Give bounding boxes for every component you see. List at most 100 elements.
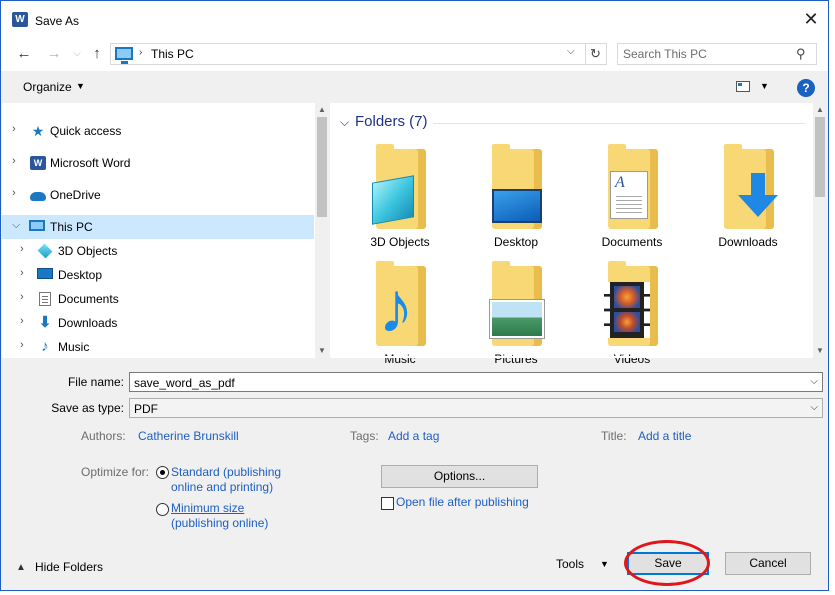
close-button[interactable]: ✕ (796, 7, 826, 31)
address-dropdown-icon[interactable]: ⌵ (567, 46, 575, 57)
documents-folder-icon (610, 171, 648, 219)
save-type-value: PDF (134, 402, 158, 416)
optimize-for-label: Optimize for: (81, 465, 150, 479)
address-row: ← → ⌵ ↑ › This PC ⌵ ↻ ⚲ (1, 37, 828, 71)
nav-item-label: Downloads (58, 316, 118, 330)
save-type-dropdown-icon[interactable]: ⌵ (810, 402, 818, 413)
star-icon: ★ (31, 123, 45, 139)
back-button[interactable]: ← (14, 45, 34, 63)
minimum-size-option-label[interactable]: Minimum size (publishing online) (171, 501, 268, 531)
expand-chevron-icon[interactable]: › (12, 123, 16, 135)
command-toolbar: Organize ▼ ▼ ? (1, 71, 828, 103)
tools-caret-icon[interactable]: ▼ (600, 559, 609, 569)
search-box[interactable]: ⚲ (617, 43, 817, 65)
nav-item-documents[interactable]: › Documents (2, 287, 314, 311)
computer-icon (115, 47, 133, 64)
folder-label: Music (384, 352, 416, 366)
breadcrumb-this-pc[interactable]: This PC (151, 47, 194, 61)
hide-folders-button[interactable]: Hide Folders (35, 560, 103, 574)
options-button[interactable]: Options... (381, 465, 538, 488)
nav-item-3d-objects[interactable]: › 3D Objects (2, 239, 314, 263)
minimum-size-radio[interactable] (156, 503, 169, 516)
change-view-icon[interactable] (736, 81, 750, 92)
expand-chevron-icon[interactable]: › (20, 243, 24, 255)
cancel-button[interactable]: Cancel (725, 552, 811, 575)
nav-item-label: Documents (58, 292, 119, 306)
open-after-publishing-label[interactable]: Open file after publishing (396, 495, 529, 510)
nav-item-quick-access[interactable]: › ★ Quick access (2, 119, 314, 143)
scroll-down-icon[interactable]: ▼ (813, 344, 827, 358)
file-name-field[interactable]: ⌵ (129, 372, 823, 392)
pane-bottom-edge (330, 356, 813, 358)
expand-chevron-icon[interactable]: › (12, 187, 16, 199)
search-input[interactable] (623, 46, 791, 62)
standard-option-label[interactable]: Standard (publishing online and printing… (171, 465, 281, 495)
cloud-icon (30, 192, 46, 201)
up-button[interactable]: ↑ (87, 45, 107, 63)
file-name-dropdown-icon[interactable]: ⌵ (810, 376, 818, 387)
scrollbar-thumb[interactable] (815, 117, 825, 197)
file-name-label: File name: (67, 375, 124, 389)
word-app-icon: W (12, 12, 28, 27)
file-name-input[interactable] (134, 375, 794, 390)
collapse-chevron-icon[interactable]: ⌵ (12, 219, 20, 232)
help-icon[interactable]: ? (797, 79, 815, 97)
folder-3d-objects[interactable]: 3D Objects (350, 143, 450, 259)
document-icon (39, 292, 51, 306)
search-icon[interactable]: ⚲ (796, 46, 806, 62)
tools-button[interactable]: Tools (556, 557, 584, 571)
expand-chevron-icon[interactable]: › (12, 155, 16, 167)
authors-label: Authors: (81, 429, 126, 443)
word-icon: W (30, 156, 46, 170)
hide-folders-caret-icon[interactable]: ▲ (16, 562, 26, 573)
navigation-pane: › ★ Quick access › W Microsoft Word › On… (2, 103, 329, 358)
nav-item-label: Desktop (58, 268, 103, 282)
folder-pictures[interactable]: Pictures (466, 260, 566, 376)
expand-chevron-icon[interactable]: › (20, 291, 24, 303)
nav-item-music[interactable]: › ♪ Music (2, 335, 314, 359)
scroll-down-icon[interactable]: ▼ (315, 344, 329, 358)
folder-content-pane: ⌵ Folders (7) 3D Objects Desktop Documen… (330, 103, 827, 366)
nav-pane-scrollbar[interactable]: ▲ ▼ (315, 103, 329, 358)
nav-item-downloads[interactable]: › ⬇ Downloads (2, 311, 314, 335)
tags-value[interactable]: Add a tag (388, 429, 439, 443)
folder-label: Documents (601, 235, 663, 249)
annotation-circle (624, 540, 710, 586)
folder-music[interactable]: ♪ Music (350, 260, 450, 376)
folder-documents[interactable]: Documents (582, 143, 682, 259)
folder-label: Desktop (493, 235, 539, 249)
nav-item-onedrive[interactable]: › OneDrive (2, 183, 314, 207)
expand-chevron-icon[interactable]: › (20, 339, 24, 351)
folder-downloads[interactable]: Downloads (698, 143, 798, 259)
refresh-button[interactable]: ↻ (585, 44, 605, 64)
nav-item-label: This PC (50, 220, 93, 234)
view-options-caret-icon[interactable]: ▼ (760, 81, 769, 91)
minimum-size-line-2: (publishing online) (171, 516, 269, 530)
scrollbar-thumb[interactable] (317, 117, 327, 217)
group-header-folders[interactable]: Folders (7) (355, 113, 428, 130)
folder-videos[interactable]: Videos (582, 260, 682, 376)
recent-locations-dropdown[interactable]: ⌵ (67, 45, 87, 63)
address-bar[interactable]: › This PC ⌵ ↻ (110, 43, 607, 65)
save-type-select[interactable]: PDF ⌵ (129, 398, 823, 418)
computer-icon (29, 220, 45, 231)
title-value[interactable]: Add a title (638, 429, 691, 443)
expand-chevron-icon[interactable]: › (20, 315, 24, 327)
folder-label: 3D Objects (370, 235, 430, 249)
forward-button[interactable]: → (44, 45, 64, 63)
open-after-publishing-checkbox[interactable] (381, 497, 394, 510)
scroll-up-icon[interactable]: ▲ (813, 103, 827, 117)
pictures-folder-icon (490, 300, 544, 338)
authors-value[interactable]: Catherine Brunskill (138, 429, 239, 443)
standard-radio[interactable] (156, 466, 169, 479)
content-pane-scrollbar[interactable]: ▲ ▼ (813, 103, 827, 358)
scroll-up-icon[interactable]: ▲ (315, 103, 329, 117)
nav-item-desktop[interactable]: › Desktop (2, 263, 314, 287)
folder-desktop[interactable]: Desktop (466, 143, 566, 259)
expand-chevron-icon[interactable]: › (20, 267, 24, 279)
nav-item-this-pc[interactable]: ⌵ This PC (2, 215, 314, 239)
organize-caret-icon[interactable]: ▼ (76, 81, 85, 91)
nav-item-microsoft-word[interactable]: › W Microsoft Word (2, 151, 314, 175)
group-collapse-icon[interactable]: ⌵ (340, 115, 349, 130)
organize-button[interactable]: Organize (23, 80, 72, 94)
